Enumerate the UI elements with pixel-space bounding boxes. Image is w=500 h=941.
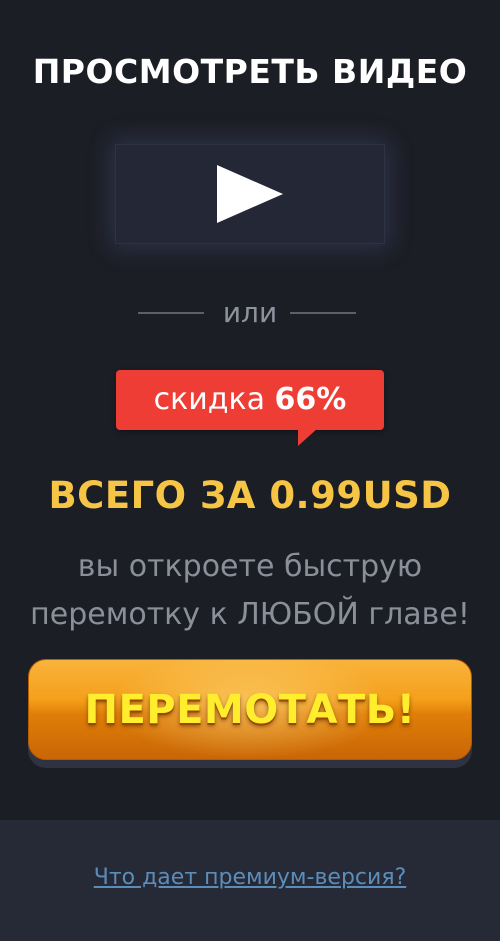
- or-divider: или: [0, 295, 500, 331]
- premium-info-link[interactable]: Что дает премиум-версия?: [0, 862, 500, 894]
- or-label: или: [222, 296, 278, 329]
- discount-badge: скидка 66%: [116, 370, 384, 430]
- video-offer-card: ПРОСМОТРЕТЬ ВИДЕО или скидка 66% ВСЕГО З…: [0, 0, 500, 820]
- rewind-button-label: ПЕРЕМОТАТЬ!: [84, 687, 416, 733]
- rewind-button[interactable]: ПЕРЕМОТАТЬ!: [28, 659, 472, 760]
- divider-line-right: [290, 312, 356, 314]
- page-title: ПРОСМОТРЕТЬ ВИДЕО: [32, 52, 468, 91]
- watch-video-button[interactable]: [115, 144, 385, 244]
- description-line-1: вы откроете быструю: [77, 549, 423, 584]
- discount-prefix: скидка: [153, 382, 265, 417]
- discount-badge-tail: [298, 428, 318, 446]
- price-text: ВСЕГО ЗА 0.99USD: [48, 474, 452, 517]
- description-line-2: перемотку к ЛЮБОЙ главе!: [30, 597, 470, 632]
- discount-percent: 66%: [274, 382, 347, 417]
- play-icon: [217, 165, 283, 223]
- offer-description: вы откроете быструю перемотку к ЛЮБОЙ гл…: [10, 543, 490, 639]
